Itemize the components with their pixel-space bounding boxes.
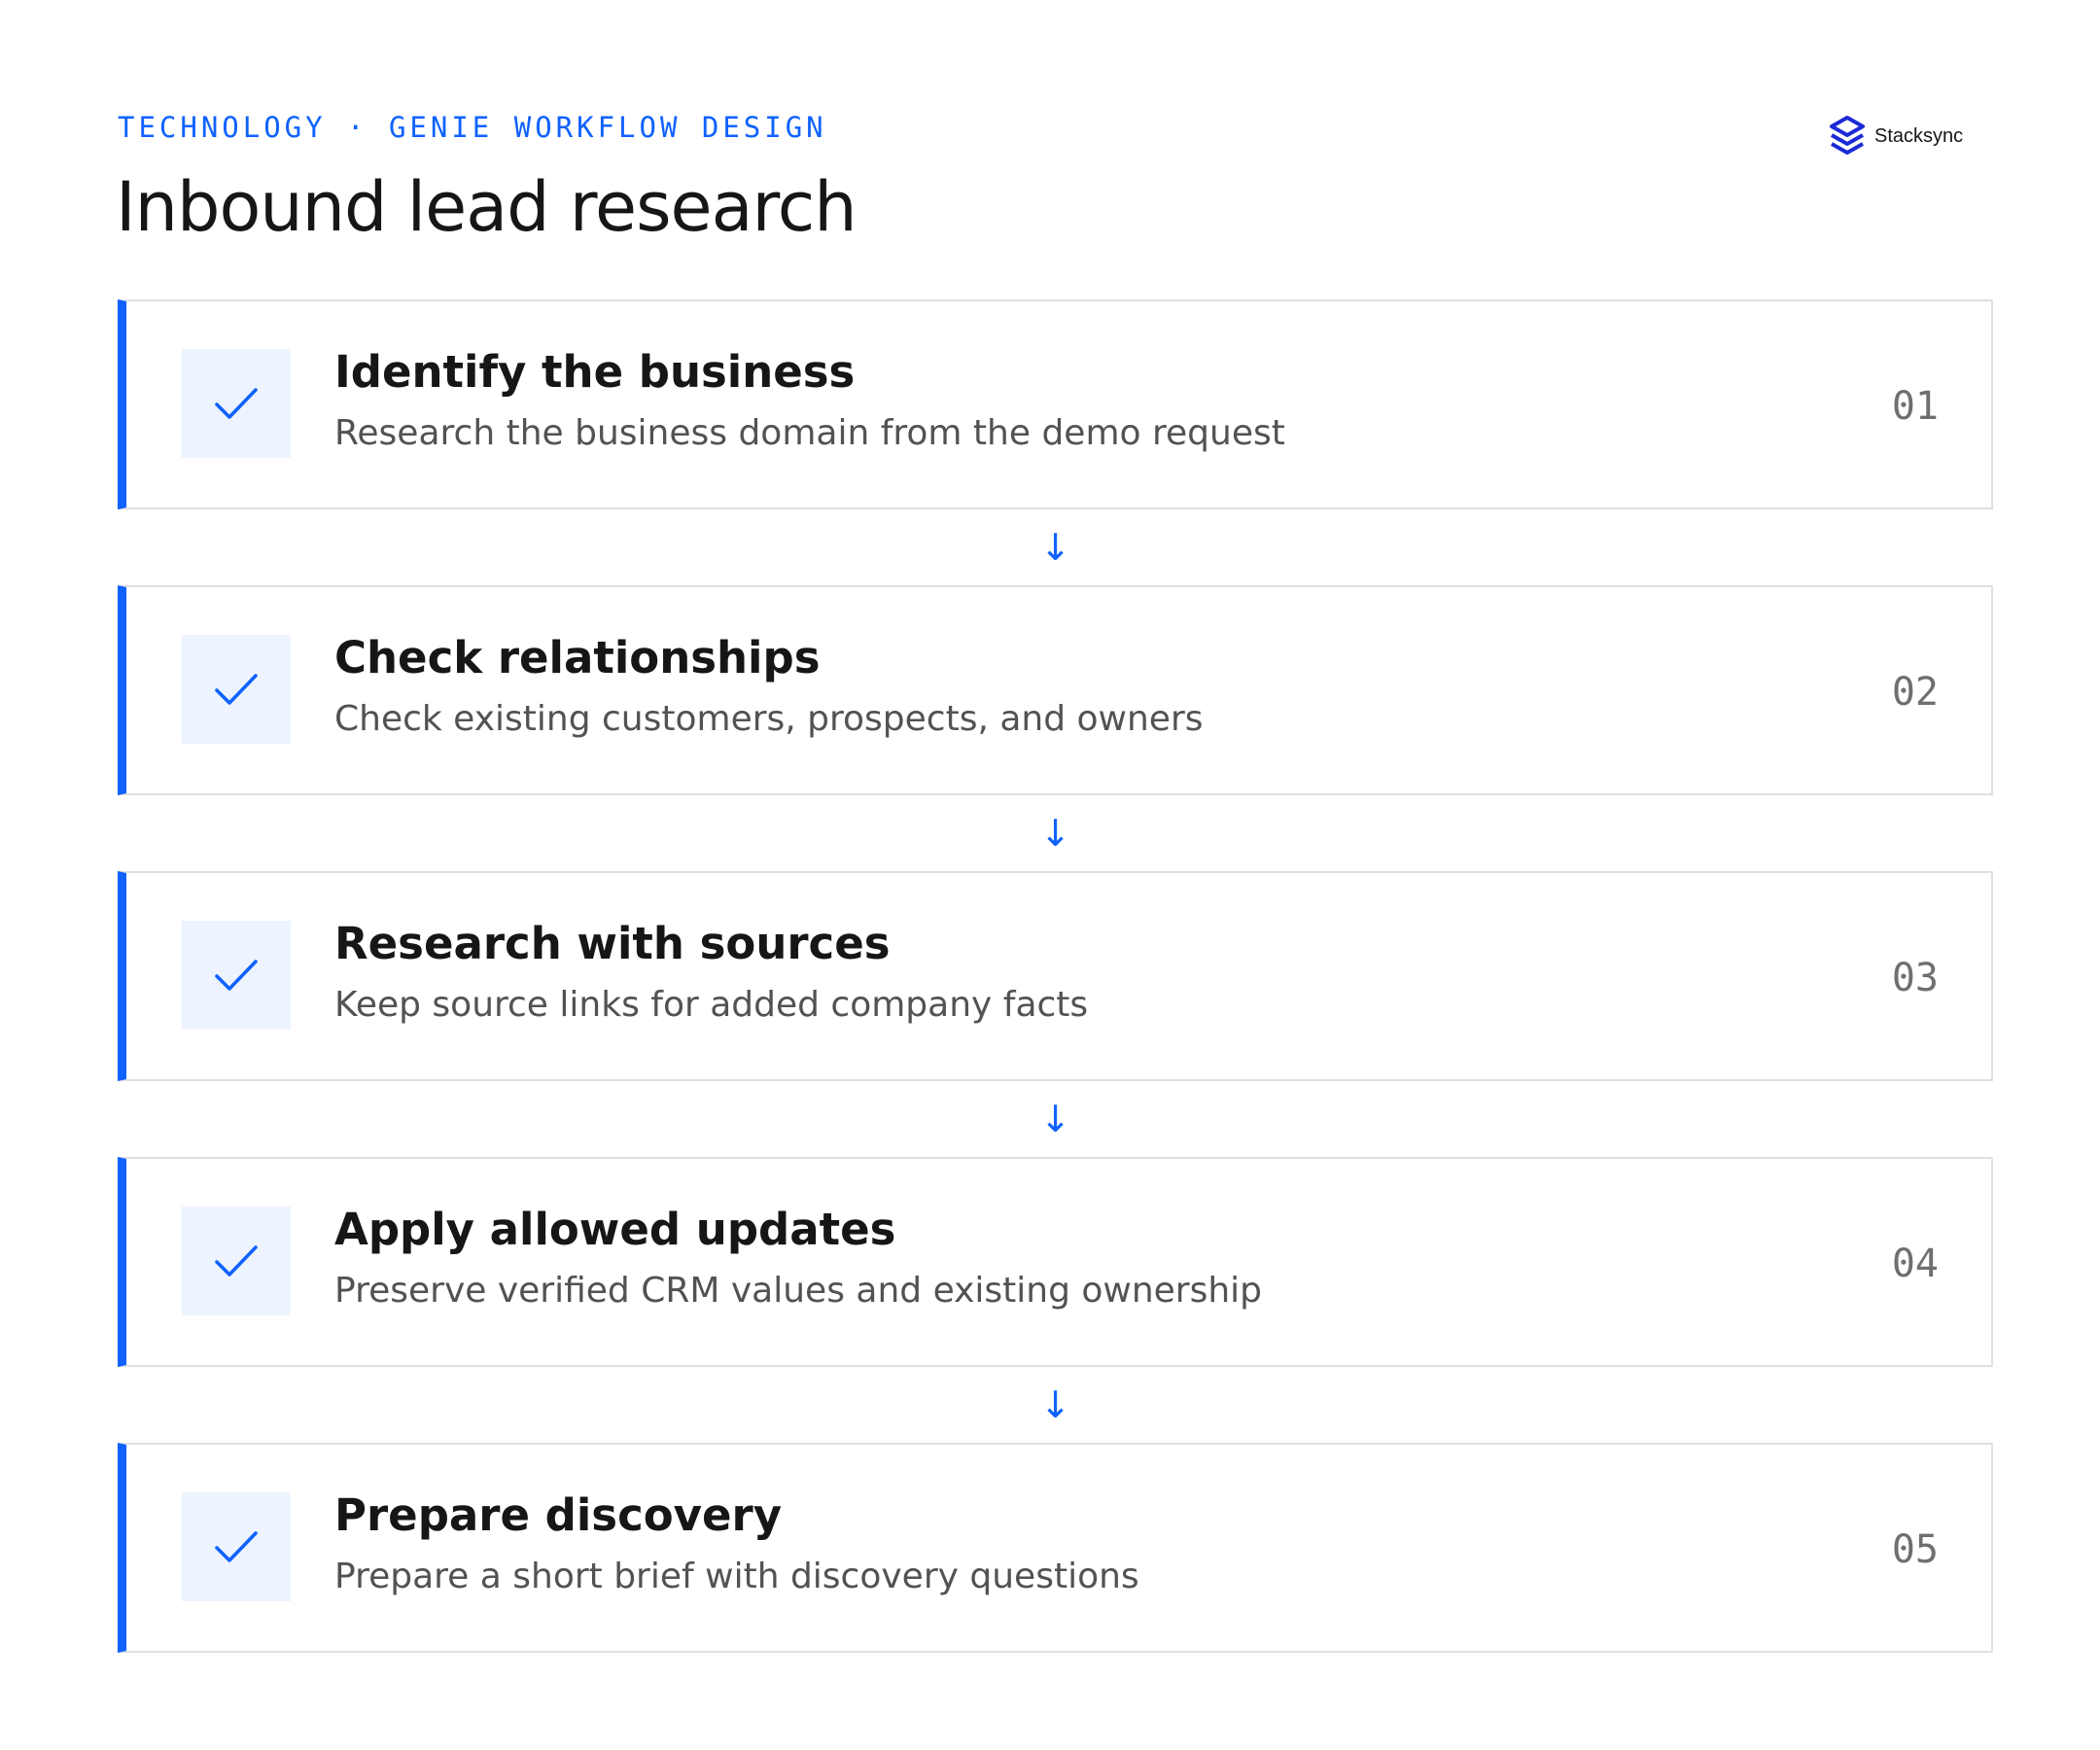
step-connector: ↓ <box>118 1081 1993 1157</box>
step-description: Keep source links for added company fact… <box>334 985 1089 1025</box>
step-number: 02 <box>1891 670 1939 715</box>
workflow-step: Apply allowed updates Preserve verified … <box>118 1157 1993 1367</box>
check-icon <box>215 388 258 419</box>
step-status <box>182 1207 291 1315</box>
brand-lockup: Stacksync <box>1826 114 1963 158</box>
page-title: Inbound lead research <box>116 167 858 247</box>
check-icon <box>215 674 258 705</box>
workflow-step: Check relationships Check existing custo… <box>118 585 1993 795</box>
step-number: 01 <box>1891 384 1939 429</box>
step-title: Prepare discovery <box>334 1489 783 1541</box>
step-status <box>182 349 291 458</box>
workflow-step: Prepare discovery Prepare a short brief … <box>118 1443 1993 1653</box>
step-description: Preserve verified CRM values and existin… <box>334 1271 1263 1311</box>
step-status <box>182 1492 291 1601</box>
step-status <box>182 921 291 1030</box>
step-description: Research the business domain from the de… <box>334 413 1285 453</box>
step-connector: ↓ <box>118 509 1993 585</box>
check-icon <box>215 960 258 991</box>
arrow-down-icon: ↓ <box>1039 526 1071 569</box>
workflow-step: Identify the business Research the busin… <box>118 299 1993 509</box>
workflow-step: Research with sources Keep source links … <box>118 871 1993 1081</box>
step-description: Prepare a short brief with discovery que… <box>334 1557 1139 1596</box>
step-title: Identify the business <box>334 346 856 398</box>
step-number: 04 <box>1891 1242 1939 1286</box>
step-description: Check existing customers, prospects, and… <box>334 699 1204 739</box>
step-title: Apply allowed updates <box>334 1204 896 1255</box>
arrow-down-icon: ↓ <box>1039 1098 1071 1140</box>
arrow-down-icon: ↓ <box>1039 1383 1071 1426</box>
step-connector: ↓ <box>118 795 1993 871</box>
category-eyebrow: TECHNOLOGY · GENIE WORKFLOW DESIGN <box>118 111 827 144</box>
brand-name: Stacksync <box>1874 124 1964 147</box>
check-icon <box>215 1531 258 1562</box>
stacksync-logo-icon <box>1830 116 1865 155</box>
step-status <box>182 635 291 744</box>
step-title: Check relationships <box>334 632 821 683</box>
step-connector: ↓ <box>118 1367 1993 1443</box>
step-number: 05 <box>1891 1527 1939 1572</box>
check-icon <box>215 1245 258 1277</box>
workflow-steps: Identify the business Research the busin… <box>118 299 1993 1653</box>
step-title: Research with sources <box>334 918 891 969</box>
arrow-down-icon: ↓ <box>1039 812 1071 855</box>
step-number: 03 <box>1891 956 1939 1000</box>
